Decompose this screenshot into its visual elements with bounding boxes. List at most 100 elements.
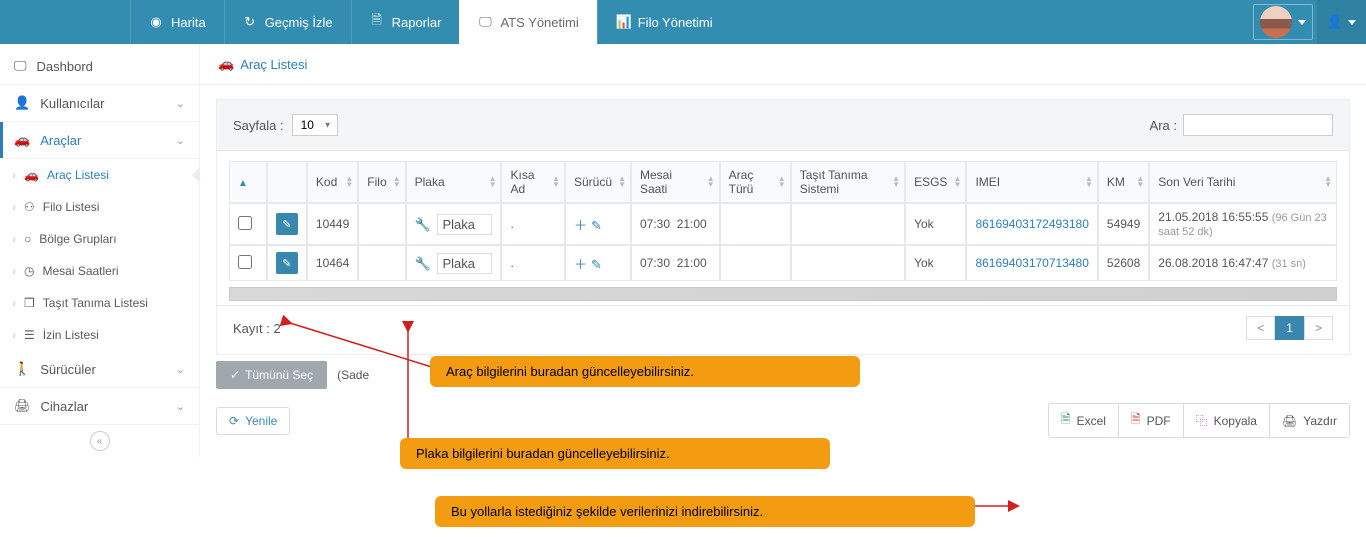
row-edit-button[interactable]: ✎ bbox=[276, 213, 298, 235]
sidebar-araclar[interactable]: 🚗Araçlar⌄ bbox=[0, 122, 199, 159]
nav-filo-yonetimi[interactable]: 📊Filo Yönetimi bbox=[597, 0, 731, 44]
top-navbar: ◉Harita ↻Geçmiş İzle 🗎Raporlar 🖵ATS Yöne… bbox=[0, 0, 1366, 44]
chevron-down-icon bbox=[1298, 20, 1306, 25]
plaka-input[interactable]: Plaka bbox=[437, 253, 492, 274]
export-excel-button[interactable]: 🗎Excel bbox=[1048, 403, 1118, 438]
chevron-down-icon bbox=[1348, 20, 1356, 25]
edit-driver-button[interactable]: ✎ bbox=[591, 257, 602, 272]
cell-km: 54949 bbox=[1098, 203, 1149, 245]
col-arac-turu[interactable]: Araç Türü▲▼ bbox=[720, 161, 791, 203]
monitor-icon: 🖵 bbox=[14, 58, 27, 74]
sidebar-suruculer[interactable]: 🚶Sürücüler⌄ bbox=[0, 351, 199, 388]
monitor-icon: 🖵 bbox=[478, 14, 492, 30]
page-next-button[interactable]: > bbox=[1304, 316, 1333, 340]
table-row: ✎10464🔧 Plaka.＋✎07:30 21:00Yok8616940317… bbox=[229, 245, 1337, 281]
dashboard-icon: 📊 bbox=[616, 14, 630, 30]
cell-imei: 86169403170713480 bbox=[966, 245, 1097, 281]
excel-icon: 🗎 bbox=[1061, 410, 1071, 431]
sidebar-collapse-button[interactable]: « bbox=[90, 431, 110, 451]
user-menu-dropdown[interactable]: 👤 bbox=[1317, 0, 1366, 44]
nav-gecmis[interactable]: ↻Geçmiş İzle bbox=[224, 0, 351, 44]
col-imei[interactable]: IMEI▲▼ bbox=[966, 161, 1097, 203]
sidebar-tasit-tanima[interactable]: ❒Taşıt Tanıma Listesi bbox=[2, 287, 199, 319]
search-input[interactable] bbox=[1183, 114, 1333, 136]
avatar-icon bbox=[1260, 6, 1292, 38]
sidebar-mesai-saatleri[interactable]: ◷Mesai Saatleri bbox=[2, 255, 199, 287]
export-print-button[interactable]: 🖨Yazdır bbox=[1269, 403, 1350, 438]
sidebar: 🖵Dashbord 👤Kullanıcılar⌄ 🚗Araçlar⌄ 🚗Araç… bbox=[0, 44, 200, 457]
table-row: ✎10449🔧 Plaka.＋✎07:30 21:00Yok8616940317… bbox=[229, 203, 1337, 245]
breadcrumb: 🚗 Araç Listesi bbox=[200, 44, 1366, 85]
car-icon: 🚗 bbox=[218, 56, 234, 72]
col-tasit-tanima[interactable]: Taşıt Tanıma Sistemi▲▼ bbox=[791, 161, 905, 203]
col-kisa-ad[interactable]: Kısa Ad▲▼ bbox=[501, 161, 564, 203]
annotation-arrow bbox=[975, 500, 1025, 512]
plaka-input[interactable]: Plaka bbox=[437, 214, 492, 235]
page-size-select[interactable]: 10 bbox=[292, 114, 338, 136]
sidebar-arac-listesi[interactable]: 🚗Araç Listesi bbox=[2, 159, 199, 191]
nav-raporlar[interactable]: 🗎Raporlar bbox=[351, 0, 460, 44]
cell-esgs: Yok bbox=[905, 245, 966, 281]
col-expand[interactable]: ▲ bbox=[229, 161, 267, 203]
cell-kod: 10449 bbox=[307, 203, 358, 245]
cell-tasit-tanima bbox=[791, 203, 905, 245]
cell-kisa-ad: . bbox=[501, 203, 564, 245]
chevron-down-icon: ⌄ bbox=[176, 400, 185, 413]
check-icon: ✓ bbox=[230, 368, 240, 382]
user-avatar-dropdown[interactable] bbox=[1253, 4, 1313, 40]
chevron-down-icon: ⌄ bbox=[176, 363, 185, 376]
cell-kod: 10464 bbox=[307, 245, 358, 281]
cell-surucu: ＋✎ bbox=[565, 203, 631, 245]
cell-tasit-tanima bbox=[791, 245, 905, 281]
clock-icon: ◷ bbox=[24, 264, 34, 278]
cell-arac-turu bbox=[720, 203, 791, 245]
imei-link[interactable]: 86169403170713480 bbox=[975, 256, 1088, 270]
file-icon: 🗎 bbox=[370, 11, 384, 33]
row-edit-button[interactable]: ✎ bbox=[276, 252, 298, 274]
cell-filo bbox=[358, 245, 405, 281]
row-checkbox[interactable] bbox=[238, 216, 252, 230]
refresh-button[interactable]: ⟳Yenile bbox=[216, 407, 290, 435]
sidebar-cihazlar[interactable]: 🖨Cihazlar⌄ bbox=[0, 388, 199, 425]
export-pdf-button[interactable]: 🗎PDF bbox=[1118, 403, 1183, 438]
imei-link[interactable]: 86169403172493180 bbox=[975, 217, 1088, 231]
add-driver-button[interactable]: ＋ bbox=[574, 257, 587, 272]
sidebar-dashboard[interactable]: 🖵Dashbord bbox=[0, 48, 199, 85]
col-kod[interactable]: Kod▲▼ bbox=[307, 161, 358, 203]
list-icon: ☰ bbox=[24, 328, 35, 342]
col-mesai[interactable]: Mesai Saati▲▼ bbox=[631, 161, 720, 203]
annotation-arrow bbox=[403, 325, 433, 445]
sidebar-filo-listesi[interactable]: ⚇Filo Listesi bbox=[2, 191, 199, 223]
wrench-icon[interactable]: 🔧 bbox=[415, 256, 431, 271]
cell-son-veri: 26.08.2018 16:47:47 (31 sn) bbox=[1149, 245, 1337, 281]
col-filo[interactable]: Filo▲▼ bbox=[358, 161, 405, 203]
col-surucu[interactable]: Sürücü▲▼ bbox=[565, 161, 631, 203]
person-icon: 🚶 bbox=[14, 361, 30, 377]
vehicles-table: ▲ Kod▲▼ Filo▲▼ Plaka▲▼ Kısa Ad▲▼ Sürücü▲… bbox=[229, 161, 1337, 281]
cell-km: 52608 bbox=[1098, 245, 1149, 281]
horizontal-scrollbar[interactable] bbox=[229, 287, 1337, 301]
car-icon: 🚗 bbox=[14, 132, 30, 148]
cell-mesai: 07:30 21:00 bbox=[631, 203, 720, 245]
sitemap-icon: ⚇ bbox=[24, 200, 35, 214]
wrench-icon[interactable]: 🔧 bbox=[415, 217, 431, 232]
sidebar-kullanicilar[interactable]: 👤Kullanıcılar⌄ bbox=[0, 85, 199, 122]
row-checkbox[interactable] bbox=[238, 255, 252, 269]
search-label: Ara : bbox=[1150, 118, 1177, 133]
col-km[interactable]: KM▲▼ bbox=[1098, 161, 1149, 203]
nav-ats-yonetimi[interactable]: 🖵ATS Yönetimi bbox=[459, 0, 596, 44]
add-driver-button[interactable]: ＋ bbox=[574, 218, 587, 233]
nav-harita[interactable]: ◉Harita bbox=[130, 0, 224, 44]
sidebar-izin-listesi[interactable]: ☰İzin Listesi bbox=[2, 319, 199, 351]
copy-icon: ⿻ bbox=[1196, 412, 1208, 429]
page-1-button[interactable]: 1 bbox=[1275, 316, 1304, 340]
col-son-veri[interactable]: Son Veri Tarihi▲▼ bbox=[1149, 161, 1337, 203]
sidebar-bolge-gruplari[interactable]: ○Bölge Grupları bbox=[2, 223, 199, 255]
device-icon: 🖨 bbox=[14, 398, 31, 414]
page-prev-button[interactable]: < bbox=[1246, 316, 1275, 340]
export-copy-button[interactable]: ⿻Kopyala bbox=[1183, 403, 1269, 438]
col-esgs[interactable]: ESGS▲▼ bbox=[905, 161, 966, 203]
col-plaka[interactable]: Plaka▲▼ bbox=[406, 161, 502, 203]
cell-kisa-ad: . bbox=[501, 245, 564, 281]
edit-driver-button[interactable]: ✎ bbox=[591, 218, 602, 233]
